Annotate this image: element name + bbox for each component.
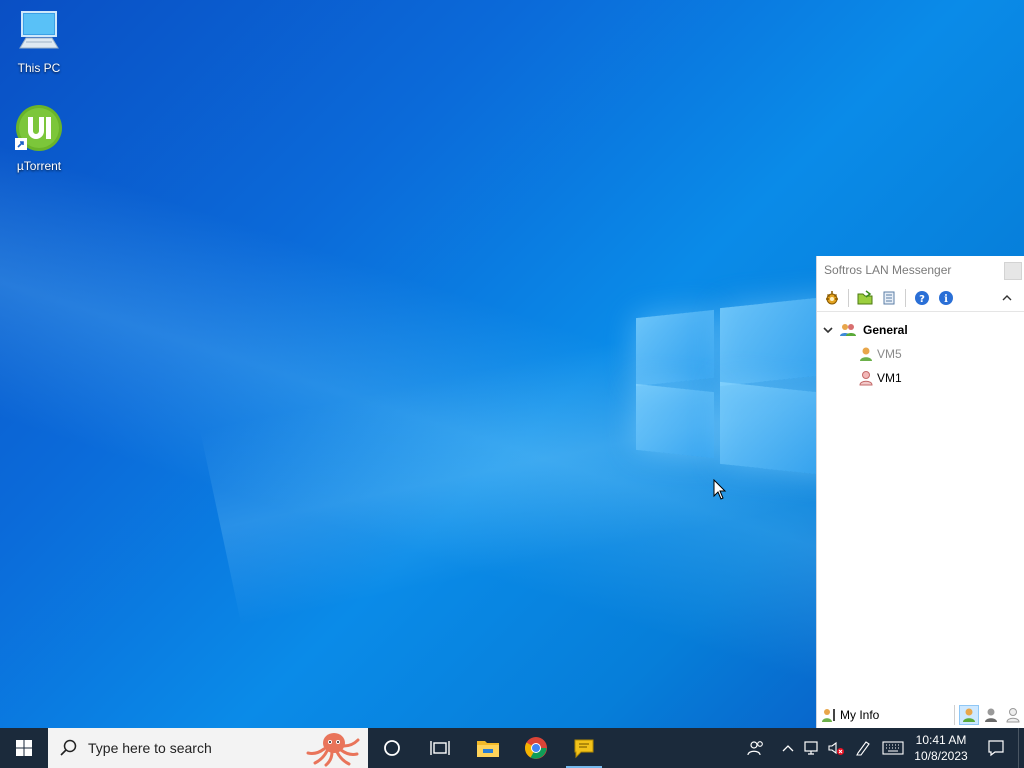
windows-logo-icon	[16, 740, 32, 756]
group-icon	[839, 322, 857, 338]
user-offline-icon	[859, 346, 873, 362]
contact-item[interactable]: VM5	[817, 342, 1024, 366]
history-icon[interactable]	[878, 287, 900, 309]
window-control-button[interactable]	[1004, 262, 1022, 280]
desktop-icon-label: This PC	[17, 61, 61, 75]
my-info-button[interactable]: My Info	[821, 707, 879, 723]
this-pc-icon	[16, 11, 62, 57]
task-view-icon	[430, 739, 450, 757]
clock-date: 10/8/2023	[914, 749, 968, 763]
system-clock[interactable]: 10:41 AM 10/8/2023	[908, 732, 974, 764]
desktop-icon-label: µTorrent	[16, 159, 62, 173]
pen-icon[interactable]	[848, 728, 878, 768]
svg-text:i: i	[944, 294, 948, 305]
chrome-icon	[524, 736, 548, 760]
group-name: General	[863, 323, 908, 337]
collapse-toolbar-chevron-up-icon[interactable]	[996, 287, 1018, 309]
wallpaper-windows-logo	[636, 292, 836, 482]
my-info-label: My Info	[840, 708, 880, 722]
chevron-up-icon[interactable]	[776, 728, 800, 768]
contact-name: VM1	[877, 371, 902, 385]
user-online-icon	[859, 370, 873, 386]
system-tray: 10:41 AM 10/8/2023	[736, 728, 1024, 768]
open-folder-icon[interactable]	[854, 287, 876, 309]
away-status-icon[interactable]	[981, 705, 1001, 725]
start-button[interactable]	[0, 728, 48, 768]
softros-messenger-icon	[572, 736, 596, 760]
svg-text:?: ?	[919, 294, 925, 305]
search-icon	[60, 739, 78, 757]
toolbar-separator	[848, 288, 849, 307]
taskbar: 10:41 AM 10/8/2023	[0, 728, 1024, 768]
search-highlight-octopus-icon	[304, 729, 362, 768]
softros-messenger-button[interactable]	[560, 728, 608, 768]
messenger-toolbar: ? i	[817, 284, 1024, 312]
chevron-down-icon[interactable]	[823, 325, 835, 335]
contact-tree: General VM5 VM1	[817, 312, 1024, 390]
messenger-status-bar: My Info	[817, 702, 1024, 728]
file-explorer-icon	[476, 738, 500, 758]
taskbar-search-box[interactable]	[48, 728, 368, 768]
messenger-title-bar[interactable]: Softros LAN Messenger	[817, 256, 1024, 284]
available-status-icon[interactable]	[959, 705, 979, 725]
keyboard-icon[interactable]	[878, 728, 908, 768]
help-icon[interactable]: ?	[911, 287, 933, 309]
offline-status-icon[interactable]	[1003, 705, 1023, 725]
my-info-icon	[821, 707, 837, 723]
chrome-button[interactable]	[512, 728, 560, 768]
contact-item[interactable]: VM1	[817, 366, 1024, 390]
file-explorer-button[interactable]	[464, 728, 512, 768]
mouse-cursor-icon	[713, 478, 727, 504]
search-input[interactable]	[88, 740, 288, 756]
action-center-button[interactable]	[974, 728, 1018, 768]
clock-time: 10:41 AM	[915, 733, 967, 747]
volume-muted-icon[interactable]	[824, 728, 848, 768]
show-desktop-button[interactable]	[1018, 728, 1024, 768]
settings-icon[interactable]	[821, 287, 843, 309]
desktop-icon-utorrent[interactable]: µTorrent	[4, 104, 74, 173]
cortana-icon	[383, 739, 401, 757]
task-view-button[interactable]	[416, 728, 464, 768]
desktop-icon-this-pc[interactable]: This PC	[4, 10, 74, 75]
notification-icon	[987, 739, 1005, 757]
toolbar-separator	[905, 288, 906, 307]
cortana-button[interactable]	[368, 728, 416, 768]
contact-group[interactable]: General	[817, 318, 1024, 342]
messenger-title: Softros LAN Messenger	[824, 263, 952, 277]
info-icon[interactable]: i	[935, 287, 957, 309]
messenger-window: Softros LAN Messenger ? i General VM5 VM…	[816, 256, 1024, 728]
contact-name: VM5	[877, 347, 902, 361]
network-icon[interactable]	[800, 728, 824, 768]
people-icon[interactable]	[736, 728, 776, 768]
status-button-group	[954, 705, 1023, 725]
utorrent-icon	[15, 104, 63, 155]
